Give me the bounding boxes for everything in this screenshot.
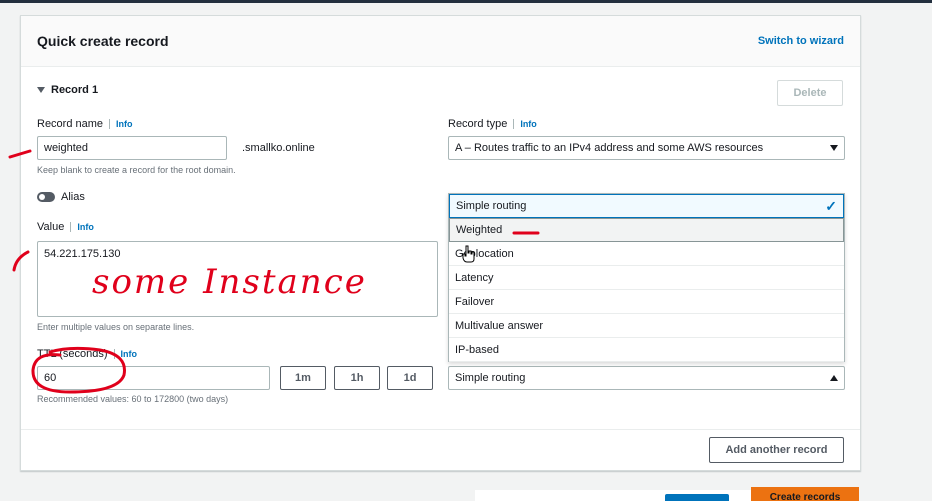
bottom-primary-button[interactable] [665, 494, 729, 501]
annotation-dash-name [8, 149, 32, 159]
annotation-handwritten-text: some Instance [92, 262, 367, 302]
annotation-hook-value [12, 250, 30, 272]
hand-cursor-icon [462, 245, 475, 263]
annotation-circle-ttl [31, 346, 126, 394]
create-records-button[interactable]: Create records [751, 487, 859, 501]
